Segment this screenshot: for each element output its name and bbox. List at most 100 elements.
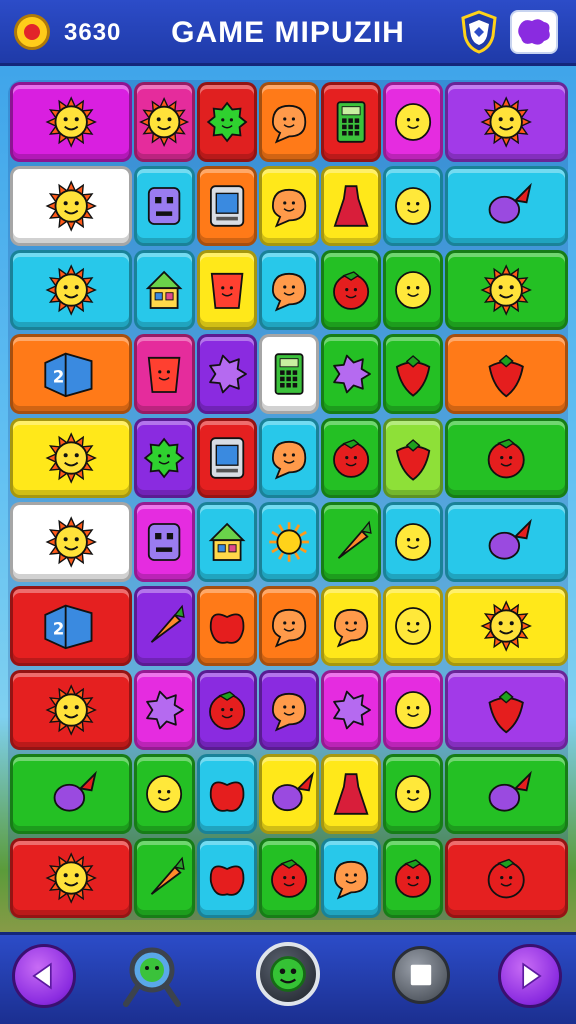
tomato-coin-icon[interactable] — [14, 14, 50, 50]
tile-bubble-face[interactable] — [258, 670, 319, 750]
green-face-button[interactable] — [256, 942, 320, 1006]
tile-lemon-face[interactable] — [383, 82, 444, 162]
tile-splat[interactable] — [134, 670, 195, 750]
tile-book[interactable]: 2 — [10, 334, 133, 414]
tile-phone[interactable] — [258, 334, 319, 414]
tile-bubble-face[interactable] — [321, 838, 382, 918]
tile-splat[interactable] — [321, 334, 382, 414]
tile-splat[interactable] — [321, 670, 382, 750]
prev-arrow-button[interactable] — [12, 944, 76, 1008]
tile-robot-face[interactable] — [134, 166, 195, 246]
tile-lemon-face[interactable] — [383, 502, 444, 582]
tile-strawberry[interactable] — [445, 670, 568, 750]
tile-device[interactable] — [196, 166, 257, 246]
tile-house[interactable] — [196, 502, 257, 582]
game-title: GAME MIPUZIH — [171, 16, 405, 49]
tile-sun-face[interactable] — [10, 838, 133, 918]
tile-sun-face[interactable] — [10, 166, 133, 246]
tile-bucket-face[interactable] — [134, 334, 195, 414]
magnifier-icon — [123, 947, 181, 1007]
purple-map-icon[interactable] — [510, 10, 558, 54]
tile-lemon-face[interactable] — [383, 166, 444, 246]
splat-icon — [333, 690, 371, 730]
tile-carrot[interactable] — [321, 502, 382, 582]
tile-apple[interactable] — [196, 754, 257, 834]
tile-splat[interactable] — [196, 334, 257, 414]
magnifier-hint-button[interactable] — [118, 942, 186, 1010]
next-arrow-button[interactable] — [498, 944, 562, 1008]
tile-bubble-face[interactable] — [258, 82, 319, 162]
tile-device[interactable] — [196, 418, 257, 498]
tile-sun-face[interactable] — [445, 586, 568, 666]
tile-apple[interactable] — [196, 838, 257, 918]
shield-badge-icon[interactable] — [460, 10, 498, 54]
tile-tomato-face[interactable] — [258, 838, 319, 918]
tile-phone[interactable] — [321, 82, 382, 162]
tile-dress[interactable] — [321, 754, 382, 834]
tile-turnip[interactable] — [258, 754, 319, 834]
tile-strawberry[interactable] — [445, 334, 568, 414]
tile-lemon-face[interactable] — [383, 250, 444, 330]
tile-sun-face[interactable] — [10, 502, 133, 582]
tile-virus-face[interactable] — [196, 82, 257, 162]
tile-tomato-face[interactable] — [383, 838, 444, 918]
tile-virus-face[interactable] — [134, 418, 195, 498]
tomato-face-icon — [208, 691, 245, 730]
tile-bubble-face[interactable] — [258, 418, 319, 498]
strawberry-icon — [396, 439, 431, 481]
tile-tomato-face[interactable] — [445, 418, 568, 498]
tile-turnip[interactable] — [445, 502, 568, 582]
tile-turnip[interactable] — [10, 754, 133, 834]
tomato-face-icon — [333, 439, 370, 478]
tile-lemon-face[interactable] — [383, 754, 444, 834]
dress-icon — [333, 773, 369, 815]
tile-bucket-face[interactable] — [196, 250, 257, 330]
tile-sun[interactable] — [258, 502, 319, 582]
tile-bubble-face[interactable] — [258, 166, 319, 246]
bucket-face-icon — [210, 272, 243, 309]
tile-sun-face[interactable] — [10, 670, 133, 750]
robot-face-icon — [148, 187, 181, 225]
tile-sun-face[interactable] — [445, 82, 568, 162]
tile-tomato-face[interactable] — [445, 838, 568, 918]
stop-button[interactable] — [392, 946, 450, 1004]
tile-sun-face[interactable] — [134, 82, 195, 162]
tile-dress[interactable] — [321, 166, 382, 246]
tile-lemon-face[interactable] — [383, 670, 444, 750]
phone-icon — [274, 353, 304, 395]
tile-book[interactable]: 2 — [10, 586, 133, 666]
tile-tomato-face[interactable] — [321, 418, 382, 498]
bubble-face-icon — [271, 440, 306, 480]
strawberry-icon — [488, 690, 525, 734]
tile-tomato-face[interactable] — [196, 670, 257, 750]
apple-icon — [209, 865, 244, 896]
book-icon: 2 — [44, 604, 93, 650]
lemon-face-icon — [395, 523, 432, 561]
tile-sun-face[interactable] — [445, 250, 568, 330]
tile-sun-face[interactable] — [10, 250, 133, 330]
bubble-face-icon — [271, 608, 306, 648]
left-arrow-icon — [32, 962, 52, 990]
sun-face-icon — [45, 432, 97, 484]
tile-bubble-face[interactable] — [321, 586, 382, 666]
tile-apple[interactable] — [196, 586, 257, 666]
tile-bubble-face[interactable] — [258, 586, 319, 666]
bubble-face-icon — [271, 188, 306, 228]
tile-turnip[interactable] — [445, 754, 568, 834]
tile-lemon-face[interactable] — [383, 586, 444, 666]
tile-strawberry[interactable] — [383, 418, 444, 498]
sun-face-icon — [45, 684, 97, 736]
tile-strawberry[interactable] — [383, 334, 444, 414]
tile-bubble-face[interactable] — [258, 250, 319, 330]
tile-carrot[interactable] — [134, 586, 195, 666]
tile-carrot[interactable] — [134, 838, 195, 918]
tile-lemon-face[interactable] — [134, 754, 195, 834]
tile-sun-face[interactable] — [10, 82, 133, 162]
book-icon: 2 — [44, 352, 93, 398]
tile-tomato-face[interactable] — [321, 250, 382, 330]
lemon-face-icon — [146, 775, 183, 813]
tile-house[interactable] — [134, 250, 195, 330]
tile-robot-face[interactable] — [134, 502, 195, 582]
tile-turnip[interactable] — [445, 166, 568, 246]
tile-sun-face[interactable] — [10, 418, 133, 498]
